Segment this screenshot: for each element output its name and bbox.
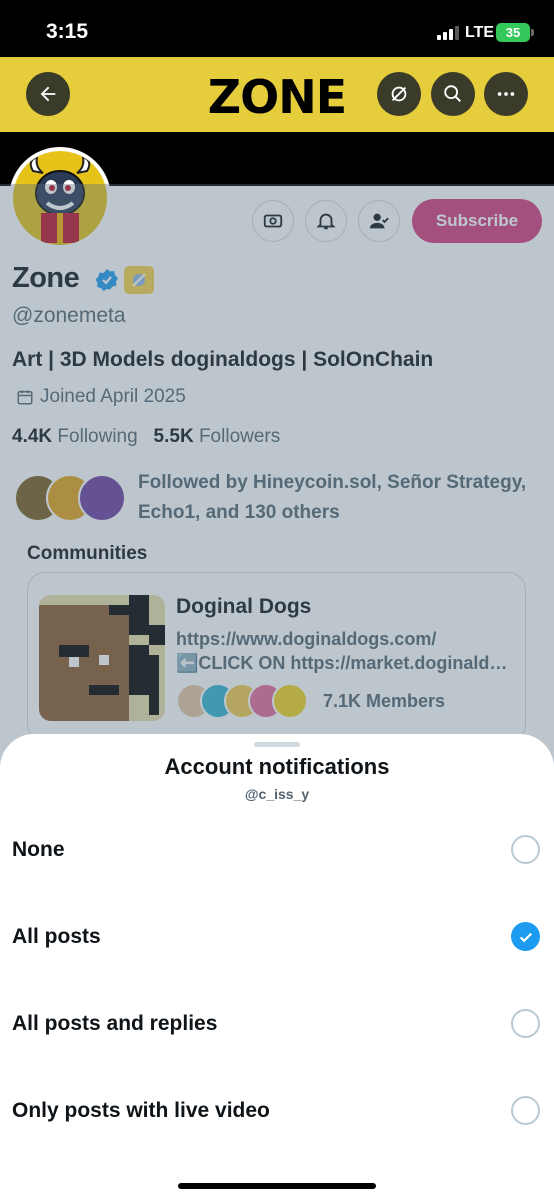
more-icon [497, 92, 515, 96]
back-arrow-icon [40, 86, 56, 102]
search-icon [444, 85, 462, 103]
radio-checked-icon[interactable] [511, 922, 540, 951]
option-label: None [12, 838, 65, 861]
checkmark-icon [519, 932, 532, 942]
grok-icon [391, 86, 407, 102]
notifications-sheet: Account notifications @c_iss_y None All … [0, 734, 554, 1200]
more-button[interactable] [484, 72, 528, 116]
radio-unchecked-icon[interactable] [511, 1009, 540, 1038]
battery-level: 35 [505, 25, 521, 40]
radio-unchecked-icon[interactable] [511, 1096, 540, 1125]
option-label: All posts [12, 925, 101, 948]
option-none[interactable]: None [0, 822, 554, 882]
home-indicator[interactable] [178, 1183, 376, 1189]
option-label: All posts and replies [12, 1012, 218, 1035]
sheet-title: Account notifications [164, 754, 390, 779]
signal-icon [437, 26, 459, 40]
sheet-grabber[interactable] [254, 742, 300, 747]
option-all-posts[interactable]: All posts [0, 909, 554, 969]
radio-unchecked-icon[interactable] [511, 835, 540, 864]
option-all-posts-and-replies[interactable]: All posts and replies [0, 996, 554, 1056]
battery-tip [531, 29, 534, 36]
sheet-subtitle: @c_iss_y [244, 786, 310, 802]
status-bar: 3:15 LTE 35 [0, 0, 554, 64]
battery-icon: 35 [496, 23, 530, 42]
back-button[interactable] [26, 72, 70, 116]
option-label: Only posts with live video [12, 1099, 270, 1122]
search-button[interactable] [431, 72, 475, 116]
option-live-video[interactable]: Only posts with live video [0, 1083, 554, 1143]
status-time: 3:15 [46, 20, 89, 43]
network-label: LTE [465, 24, 495, 41]
grok-button[interactable] [377, 72, 421, 116]
